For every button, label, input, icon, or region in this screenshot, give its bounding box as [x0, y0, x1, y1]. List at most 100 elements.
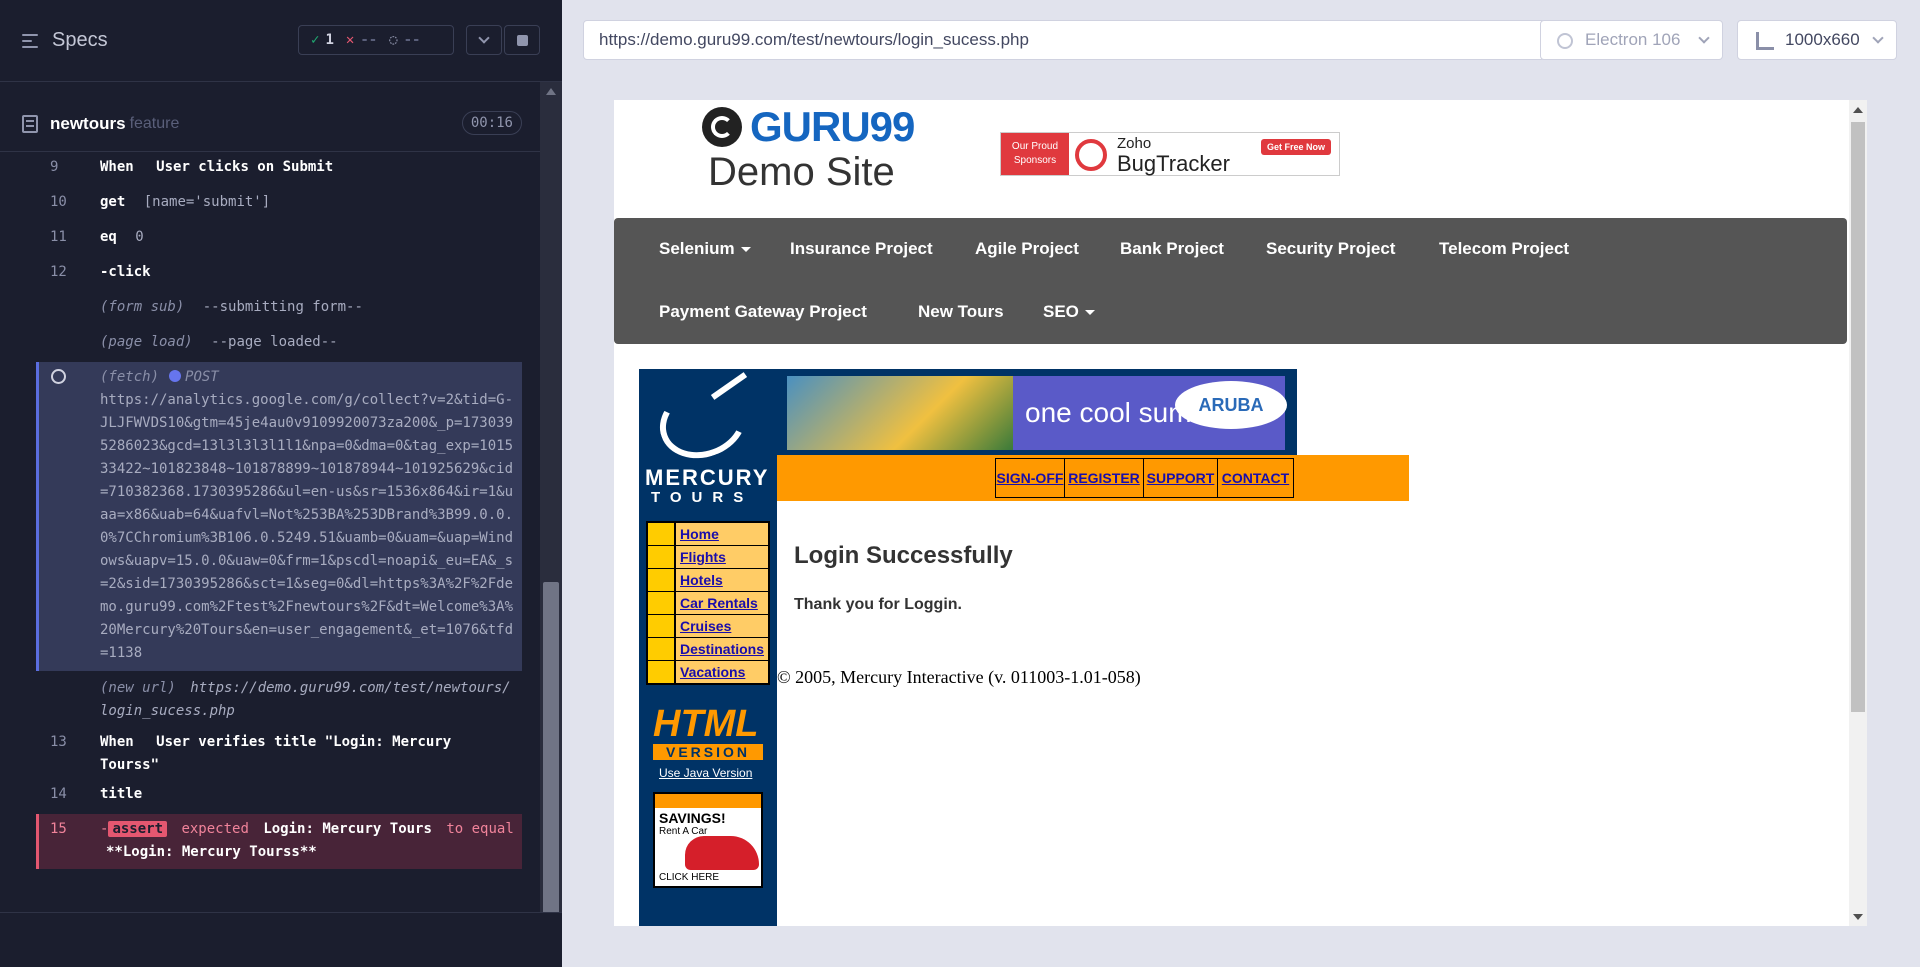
- command-name: When: [100, 734, 134, 750]
- link-support[interactable]: SUPPORT: [1143, 458, 1218, 498]
- copyright-text: © 2005, Mercury Interactive (v. 011003-1…: [777, 667, 1141, 687]
- spec-duration: 00:16: [461, 111, 522, 135]
- side-link-destinations[interactable]: Destinations: [648, 638, 768, 660]
- specs-title[interactable]: Specs: [52, 29, 108, 52]
- viewport-selector[interactable]: 1000x660: [1737, 20, 1897, 60]
- fetch-command-row[interactable]: (fetch) POST https://analytics.google.com…: [36, 362, 522, 671]
- scroll-up-icon[interactable]: [1853, 107, 1863, 113]
- zoho-bugtracker-icon: [1075, 139, 1107, 171]
- assert-failed-row[interactable]: 15 - assert expected Login: Mercury Tours…: [36, 814, 522, 869]
- caret-down-icon: [740, 247, 751, 253]
- command-row[interactable]: (page load) --page loaded--: [0, 327, 540, 362]
- sponsor-label: Our Proud Sponsors: [1001, 133, 1069, 175]
- command-number: 14: [50, 786, 67, 802]
- nav-bank-project[interactable]: Bank Project: [1120, 239, 1224, 259]
- request-method: POST: [185, 369, 219, 385]
- command-arg: 0: [135, 229, 144, 245]
- html-version-badge: HTML VERSION: [653, 704, 763, 764]
- command-row[interactable]: (form sub) --submitting form--: [0, 292, 540, 327]
- command-arg: User clicks on Submit: [156, 159, 334, 175]
- command-name: get: [100, 194, 126, 210]
- guru99-logo-icon: [702, 107, 742, 147]
- sponsor-brand: Zoho: [1117, 135, 1152, 152]
- specs-list-icon[interactable]: [22, 31, 42, 51]
- browser-label: Electron 106: [1585, 30, 1681, 49]
- browser-selector[interactable]: Electron 106: [1540, 20, 1723, 60]
- side-link-flights[interactable]: Flights: [648, 546, 768, 568]
- aut-iframe: GURU99 Demo Site Our Proud Sponsors Zoho…: [614, 100, 1867, 926]
- stop-icon: [516, 34, 528, 46]
- command-row[interactable]: 12 -click: [0, 257, 540, 292]
- savings-ad[interactable]: SAVINGS! Rent A Car CLICK HERE: [653, 792, 763, 888]
- pending-count: --: [403, 32, 421, 48]
- scroll-up-icon[interactable]: [546, 88, 556, 95]
- nav-security-project[interactable]: Security Project: [1266, 239, 1395, 259]
- command-number: 11: [50, 229, 67, 245]
- command-arg: [name='submit']: [143, 194, 271, 210]
- nav-new-tours[interactable]: New Tours: [918, 302, 1004, 322]
- command-name: When: [100, 159, 134, 175]
- command-log-panel: Specs ✓ 1 ✕ -- ◌ -- newtours feature 00:16 …: [0, 0, 562, 967]
- nav-seo[interactable]: SEO: [1043, 302, 1095, 322]
- aruba-logo: ARUBA: [1175, 381, 1287, 429]
- nav-telecom-project[interactable]: Telecom Project: [1439, 239, 1569, 259]
- command-row[interactable]: 9 When User clicks on Submit: [0, 152, 540, 187]
- command-number: 10: [50, 194, 67, 210]
- command-name: title: [100, 786, 143, 802]
- reporter-footer: [0, 912, 562, 967]
- side-link-hotels[interactable]: Hotels: [648, 569, 768, 591]
- test-stats: ✓ 1 ✕ -- ◌ --: [298, 25, 454, 55]
- command-row[interactable]: 13 When User verifies title "Login: Merc…: [0, 723, 540, 781]
- demo-site-title: Demo Site: [708, 150, 895, 194]
- x-icon: ✕: [345, 32, 355, 48]
- scrollbar-thumb[interactable]: [1851, 122, 1865, 712]
- document-icon: [22, 114, 38, 133]
- summer-banner[interactable]: one cool summer ARUBA: [777, 369, 1297, 455]
- command-label: (new url): [100, 680, 176, 696]
- side-link-home[interactable]: Home: [648, 523, 768, 545]
- command-row[interactable]: 11 eq 0: [0, 222, 540, 257]
- reporter-scrollbar[interactable]: [540, 82, 562, 967]
- scroll-down-icon[interactable]: [1853, 914, 1863, 920]
- command-row[interactable]: 14 title: [0, 781, 540, 814]
- aut-scrollbar[interactable]: [1849, 100, 1867, 926]
- collapse-button[interactable]: [466, 25, 502, 55]
- assert-badge: assert: [108, 821, 168, 837]
- check-icon: ✓: [311, 32, 320, 48]
- use-java-version-link[interactable]: Use Java Version: [659, 766, 752, 780]
- side-link-car-rentals[interactable]: Car Rentals: [648, 592, 768, 614]
- link-contact[interactable]: CONTACT: [1217, 458, 1294, 498]
- viewport-label: 1000x660: [1785, 30, 1860, 49]
- caret-down-icon: [1084, 310, 1095, 316]
- aut-url-bar[interactable]: https://demo.guru99.com/test/newtours/lo…: [583, 20, 1545, 60]
- side-link-vacations[interactable]: Vacations: [648, 661, 768, 683]
- stop-button[interactable]: [504, 25, 540, 55]
- command-arg: User verifies title "Login: Mercury Tour…: [100, 734, 452, 773]
- nav-agile-project[interactable]: Agile Project: [975, 239, 1079, 259]
- command-number: 12: [50, 264, 67, 280]
- car-icon: [685, 836, 759, 870]
- passed-count: 1: [325, 32, 334, 48]
- mercury-sidebar: MERCURY TOURS Home Flights Hotels Car Re…: [639, 369, 777, 926]
- scrollbar-thumb[interactable]: [543, 582, 559, 957]
- nav-insurance-project[interactable]: Insurance Project: [790, 239, 933, 259]
- link-sign-off[interactable]: SIGN-OFF: [995, 458, 1065, 498]
- command-arg: --page loaded--: [211, 334, 338, 350]
- command-number: 13: [50, 734, 67, 750]
- sponsor-cta-button[interactable]: Get Free Now: [1260, 139, 1331, 155]
- link-register[interactable]: REGISTER: [1064, 458, 1144, 498]
- chevron-down-icon: [1872, 32, 1884, 44]
- new-url-row[interactable]: (new url) https://demo.guru99.com/test/n…: [0, 671, 522, 723]
- sponsor-banner[interactable]: Our Proud Sponsors Zoho BugTracker Get F…: [1000, 132, 1340, 176]
- spec-row: newtours feature 00:16: [0, 96, 540, 152]
- nav-payment-gateway-project[interactable]: Payment Gateway Project: [659, 302, 867, 322]
- request-url: https://analytics.google.com/g/collect?v…: [100, 392, 514, 661]
- nav-selenium[interactable]: Selenium: [659, 239, 751, 259]
- guru99-logo[interactable]: GURU99: [702, 103, 915, 150]
- command-row[interactable]: 10 get [name='submit']: [0, 187, 540, 222]
- assert-expected: **Login: Mercury Tourss**: [106, 844, 317, 860]
- tours-logo-text: TOURS: [651, 489, 754, 506]
- command-name: eq: [100, 229, 117, 245]
- side-link-cruises[interactable]: Cruises: [648, 615, 768, 637]
- command-label: (fetch): [100, 369, 160, 385]
